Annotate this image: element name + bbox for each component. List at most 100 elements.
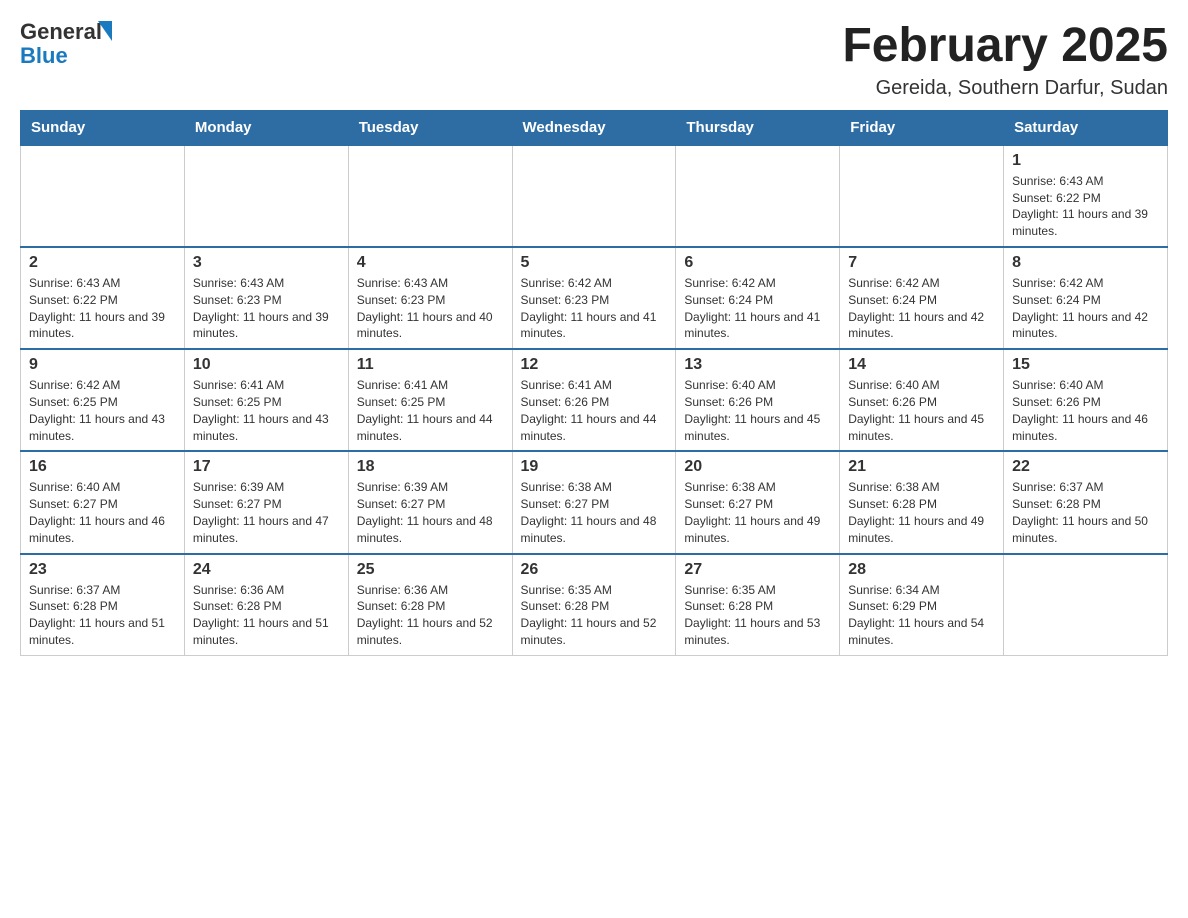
- day-info: Sunrise: 6:41 AM Sunset: 6:25 PM Dayligh…: [357, 377, 504, 444]
- day-number: 13: [684, 356, 831, 374]
- day-number: 23: [29, 561, 176, 579]
- calendar-cell: 2Sunrise: 6:43 AM Sunset: 6:22 PM Daylig…: [21, 247, 185, 349]
- day-info: Sunrise: 6:37 AM Sunset: 6:28 PM Dayligh…: [1012, 479, 1159, 546]
- day-info: Sunrise: 6:41 AM Sunset: 6:26 PM Dayligh…: [521, 377, 668, 444]
- calendar-cell: [512, 145, 676, 247]
- day-info: Sunrise: 6:39 AM Sunset: 6:27 PM Dayligh…: [357, 479, 504, 546]
- calendar-cell: [184, 145, 348, 247]
- day-info: Sunrise: 6:36 AM Sunset: 6:28 PM Dayligh…: [357, 582, 504, 649]
- day-number: 18: [357, 458, 504, 476]
- day-info: Sunrise: 6:41 AM Sunset: 6:25 PM Dayligh…: [193, 377, 340, 444]
- day-number: 11: [357, 356, 504, 374]
- calendar-cell: 9 Sunrise: 6:42 AM Sunset: 6:25 PM Daylig…: [21, 349, 185, 451]
- day-info: Sunrise: 6:35 AM Sunset: 6:28 PM Dayligh…: [684, 582, 831, 649]
- day-info: Sunrise: 6:43 AM Sunset: 6:23 PM Dayligh…: [193, 275, 340, 342]
- day-number: 4: [357, 254, 504, 272]
- day-number: 25: [357, 561, 504, 579]
- day-number: 17: [193, 458, 340, 476]
- day-info: Sunrise: 6:40 AM Sunset: 6:26 PM Dayligh…: [1012, 377, 1159, 444]
- day-number: 28: [848, 561, 995, 579]
- calendar-cell: [840, 145, 1004, 247]
- day-number: 10: [193, 356, 340, 374]
- day-number: 5: [521, 254, 668, 272]
- calendar-cell: 7 Sunrise: 6:42 AM Sunset: 6:24 PM Daylig…: [840, 247, 1004, 349]
- day-info: Sunrise: 6:37 AM Sunset: 6:28 PM Dayligh…: [29, 582, 176, 649]
- day-info: Sunrise: 6:38 AM Sunset: 6:28 PM Dayligh…: [848, 479, 995, 546]
- calendar-cell: 19 Sunrise: 6:38 AM Sunset: 6:27 PM Dayli…: [512, 451, 676, 553]
- day-number: 6: [684, 254, 831, 272]
- week-row-5: 23 Sunrise: 6:37 AM Sunset: 6:28 PM Dayli…: [21, 554, 1168, 656]
- calendar-cell: 27 Sunrise: 6:35 AM Sunset: 6:28 PM Dayli…: [676, 554, 840, 656]
- week-row-4: 16 Sunrise: 6:40 AM Sunset: 6:27 PM Dayli…: [21, 451, 1168, 553]
- calendar-cell: 6Sunrise: 6:42 AM Sunset: 6:24 PM Daylig…: [676, 247, 840, 349]
- calendar-cell: 22 Sunrise: 6:37 AM Sunset: 6:28 PM Dayli…: [1004, 451, 1168, 553]
- day-info: Sunrise: 6:36 AM Sunset: 6:28 PM Dayligh…: [193, 582, 340, 649]
- day-number: 19: [521, 458, 668, 476]
- logo-triangle-icon: [98, 21, 112, 41]
- calendar-cell: 4 Sunrise: 6:43 AM Sunset: 6:23 PM Daylig…: [348, 247, 512, 349]
- day-info: Sunrise: 6:40 AM Sunset: 6:26 PM Dayligh…: [684, 377, 831, 444]
- day-info: Sunrise: 6:42 AM Sunset: 6:23 PM Dayligh…: [521, 275, 668, 342]
- week-row-3: 9 Sunrise: 6:42 AM Sunset: 6:25 PM Daylig…: [21, 349, 1168, 451]
- calendar-cell: 14 Sunrise: 6:40 AM Sunset: 6:26 PM Dayli…: [840, 349, 1004, 451]
- calendar-cell: 16 Sunrise: 6:40 AM Sunset: 6:27 PM Dayli…: [21, 451, 185, 553]
- day-info: Sunrise: 6:38 AM Sunset: 6:27 PM Dayligh…: [684, 479, 831, 546]
- day-info: Sunrise: 6:38 AM Sunset: 6:27 PM Dayligh…: [521, 479, 668, 546]
- calendar-cell: 5 Sunrise: 6:42 AM Sunset: 6:23 PM Daylig…: [512, 247, 676, 349]
- day-info: Sunrise: 6:40 AM Sunset: 6:26 PM Dayligh…: [848, 377, 995, 444]
- day-number: 7: [848, 254, 995, 272]
- day-info: Sunrise: 6:42 AM Sunset: 6:24 PM Dayligh…: [848, 275, 995, 342]
- day-number: 24: [193, 561, 340, 579]
- title-section: February 2025 Gereida, Southern Darfur, …: [842, 20, 1168, 100]
- day-info: Sunrise: 6:42 AM Sunset: 6:25 PM Dayligh…: [29, 377, 176, 444]
- day-info: Sunrise: 6:43 AM Sunset: 6:22 PM Dayligh…: [1012, 173, 1159, 240]
- calendar-cell: [348, 145, 512, 247]
- calendar-cell: 17 Sunrise: 6:39 AM Sunset: 6:27 PM Dayli…: [184, 451, 348, 553]
- calendar-cell: 13 Sunrise: 6:40 AM Sunset: 6:26 PM Dayli…: [676, 349, 840, 451]
- day-number: 14: [848, 356, 995, 374]
- day-info: Sunrise: 6:34 AM Sunset: 6:29 PM Dayligh…: [848, 582, 995, 649]
- calendar-cell: 11 Sunrise: 6:41 AM Sunset: 6:25 PM Dayli…: [348, 349, 512, 451]
- day-info: Sunrise: 6:35 AM Sunset: 6:28 PM Dayligh…: [521, 582, 668, 649]
- calendar-cell: 20 Sunrise: 6:38 AM Sunset: 6:27 PM Dayli…: [676, 451, 840, 553]
- day-number: 21: [848, 458, 995, 476]
- day-number: 27: [684, 561, 831, 579]
- calendar-cell: 18 Sunrise: 6:39 AM Sunset: 6:27 PM Dayli…: [348, 451, 512, 553]
- day-number: 16: [29, 458, 176, 476]
- day-number: 20: [684, 458, 831, 476]
- day-header-tuesday: Tuesday: [348, 110, 512, 145]
- day-number: 2: [29, 254, 176, 272]
- day-number: 22: [1012, 458, 1159, 476]
- day-header-thursday: Thursday: [676, 110, 840, 145]
- calendar-cell: 12Sunrise: 6:41 AM Sunset: 6:26 PM Dayli…: [512, 349, 676, 451]
- day-header-saturday: Saturday: [1004, 110, 1168, 145]
- calendar-cell: 28 Sunrise: 6:34 AM Sunset: 6:29 PM Dayli…: [840, 554, 1004, 656]
- day-info: Sunrise: 6:39 AM Sunset: 6:27 PM Dayligh…: [193, 479, 340, 546]
- day-number: 1: [1012, 152, 1159, 170]
- calendar-subtitle: Gereida, Southern Darfur, Sudan: [842, 77, 1168, 100]
- calendar-table: SundayMondayTuesdayWednesdayThursdayFrid…: [20, 110, 1168, 656]
- day-number: 8: [1012, 254, 1159, 272]
- day-number: 15: [1012, 356, 1159, 374]
- calendar-cell: 25 Sunrise: 6:36 AM Sunset: 6:28 PM Dayli…: [348, 554, 512, 656]
- day-number: 9: [29, 356, 176, 374]
- calendar-cell: [21, 145, 185, 247]
- calendar-cell: 23 Sunrise: 6:37 AM Sunset: 6:28 PM Dayli…: [21, 554, 185, 656]
- logo-blue-text: Blue: [20, 44, 112, 68]
- calendar-cell: 26Sunrise: 6:35 AM Sunset: 6:28 PM Dayli…: [512, 554, 676, 656]
- day-number: 3: [193, 254, 340, 272]
- day-info: Sunrise: 6:40 AM Sunset: 6:27 PM Dayligh…: [29, 479, 176, 546]
- calendar-cell: [1004, 554, 1168, 656]
- logo: General Blue: [20, 20, 112, 68]
- calendar-cell: 21 Sunrise: 6:38 AM Sunset: 6:28 PM Dayli…: [840, 451, 1004, 553]
- calendar-cell: 8Sunrise: 6:42 AM Sunset: 6:24 PM Daylig…: [1004, 247, 1168, 349]
- days-header-row: SundayMondayTuesdayWednesdayThursdayFrid…: [21, 110, 1168, 145]
- day-header-friday: Friday: [840, 110, 1004, 145]
- day-header-wednesday: Wednesday: [512, 110, 676, 145]
- day-info: Sunrise: 6:43 AM Sunset: 6:23 PM Dayligh…: [357, 275, 504, 342]
- page-header: General Blue February 2025 Gereida, Sout…: [20, 20, 1168, 100]
- calendar-cell: 3 Sunrise: 6:43 AM Sunset: 6:23 PM Daylig…: [184, 247, 348, 349]
- logo-general-text: General: [20, 20, 102, 44]
- week-row-2: 2Sunrise: 6:43 AM Sunset: 6:22 PM Daylig…: [21, 247, 1168, 349]
- calendar-cell: 24 Sunrise: 6:36 AM Sunset: 6:28 PM Dayli…: [184, 554, 348, 656]
